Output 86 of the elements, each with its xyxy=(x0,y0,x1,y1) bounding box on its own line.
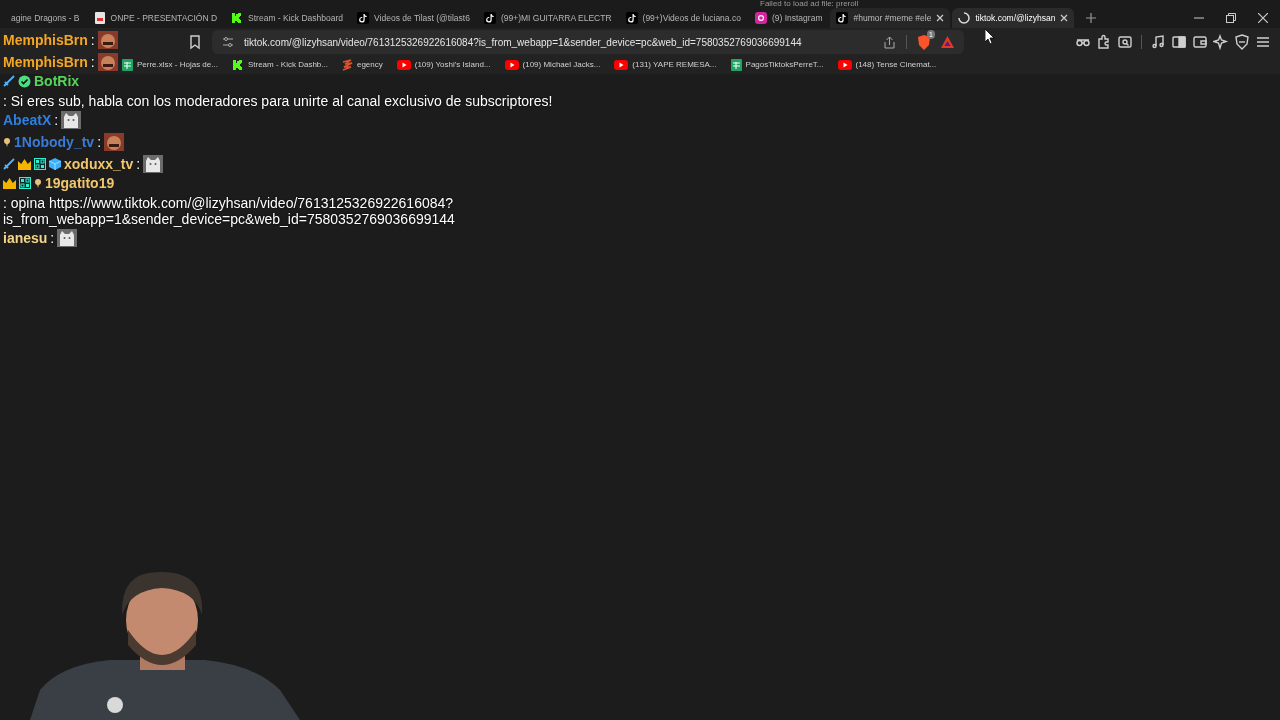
mouse-cursor-icon xyxy=(985,29,995,44)
sword-icon xyxy=(3,75,15,87)
share-icon[interactable] xyxy=(883,35,896,49)
kick-logo-icon xyxy=(231,59,244,71)
music-note-icon xyxy=(836,12,849,24)
bookmark-item[interactable]: (148) Tense Cinemat... xyxy=(837,59,937,71)
bookmark-item[interactable]: Stream - Kick Dashb... xyxy=(231,59,328,71)
close-icon[interactable] xyxy=(1060,14,1069,22)
tab-title: (9) Instagram xyxy=(771,11,823,25)
sidebar-icon[interactable] xyxy=(1170,33,1188,51)
play-icon xyxy=(396,60,411,70)
chat-message: : xyxy=(90,54,95,70)
music-note-icon xyxy=(357,12,370,24)
wallet-icon[interactable] xyxy=(1191,33,1209,51)
tab-title: agine Dragons - B xyxy=(11,11,80,25)
music-note-icon[interactable] xyxy=(1149,33,1167,51)
chat-message: : xyxy=(54,112,59,128)
triangle-icon[interactable] xyxy=(941,36,954,48)
chat-message: : Si eres sub, habla con los moderadores para unirte al canal exclusivo de subscriptores! xyxy=(3,93,553,109)
loading-spinner-icon xyxy=(958,12,971,24)
chat-message: : opina https://www.tiktok.com/@lizyhsan/video/7613125326922616084?is_from_webapp=1&sender_device=pc&web_id=7580352769036699144 xyxy=(3,195,456,227)
spreadsheet-icon xyxy=(122,59,133,71)
bookmark-item[interactable]: (131) YAPE REMESA... xyxy=(614,59,717,71)
music-note-icon xyxy=(625,12,638,24)
chat-username: BotRix xyxy=(34,73,80,89)
url-text: tiktok.com/@lizyhsan/video/7613125326922616084?is_from_webapp=1&sender_device=pc&web_id=7580352769036699144 xyxy=(244,35,803,50)
zigzag-icon xyxy=(341,59,353,71)
close-icon[interactable] xyxy=(936,14,945,22)
tab-title: #humor #meme #ele xyxy=(853,11,932,25)
tab-title: (99+)Videos de luciana.co xyxy=(642,11,741,25)
tab-title: Stream - Kick Dashboard xyxy=(248,11,344,25)
chat-username: 1Nobody_tv xyxy=(14,134,95,150)
play-icon xyxy=(837,60,852,70)
tab-title: ONPE - PRESENTACIÓN D xyxy=(110,11,218,25)
browser-tab[interactable]: (99+)MI GUITARRA ELECTR xyxy=(477,8,618,28)
bookmark-item[interactable]: PagosTiktoksPerreT... xyxy=(730,59,824,71)
crown-icon xyxy=(3,177,16,189)
verified-icon xyxy=(18,74,31,88)
lion-shield-icon[interactable] xyxy=(917,34,931,50)
grid-icon xyxy=(19,177,31,189)
music-note-icon xyxy=(483,12,496,24)
browser-tab[interactable]: tiktok.com/@lizyhsan xyxy=(952,8,1075,28)
pin-icon xyxy=(3,137,11,147)
chat-message: : xyxy=(90,32,95,48)
cube-icon xyxy=(49,158,61,170)
kick-logo-icon xyxy=(231,12,244,24)
browser-tab[interactable]: #humor #meme #ele xyxy=(830,8,951,28)
chat-message: : xyxy=(97,134,101,150)
sparkle-icon[interactable] xyxy=(1212,33,1230,51)
bookmark-item[interactable]: (109) Yoshi's Island... xyxy=(396,59,491,71)
tab-title: tiktok.com/@lizyhsan xyxy=(975,11,1056,25)
grid-icon xyxy=(34,158,46,170)
shield-icon[interactable] xyxy=(1233,33,1251,51)
chat-message: : xyxy=(50,230,55,246)
crown-icon xyxy=(18,158,31,170)
bookmark-item[interactable]: (109) Michael Jacks... xyxy=(504,59,601,71)
tab-title: Videos de Tilast (@tilast6 xyxy=(374,11,470,25)
tab-title: (99+)MI GUITARRA ELECTR xyxy=(500,11,612,25)
chat-username: 19gatito19 xyxy=(45,175,115,191)
browser-tab[interactable]: (99+)Videos de luciana.co xyxy=(619,8,747,28)
ad-error-notice: Failed to load ad file: preroll xyxy=(760,0,859,8)
play-icon xyxy=(504,60,519,70)
site-settings-icon[interactable] xyxy=(222,36,234,48)
camera-icon xyxy=(754,12,767,24)
sword-icon xyxy=(3,158,15,170)
chat-username: AbeatX xyxy=(3,112,52,128)
new-tab-icon[interactable] xyxy=(1086,13,1097,23)
play-icon xyxy=(614,60,629,70)
browser-tab[interactable]: ONPE - PRESENTACIÓN D xyxy=(87,8,224,28)
chat-username: ianesu xyxy=(3,230,48,246)
close-icon[interactable] xyxy=(1258,13,1268,23)
search-icon[interactable] xyxy=(1116,33,1134,51)
chat-username: MemphisBrn xyxy=(3,32,88,48)
restore-icon[interactable] xyxy=(1226,13,1236,23)
browser-tab[interactable]: Videos de Tilast (@tilast6 xyxy=(351,8,476,28)
pin-icon xyxy=(34,178,42,188)
document-icon xyxy=(93,12,106,24)
browser-tab[interactable]: Stream - Kick Dashboard xyxy=(225,8,350,28)
browser-tab[interactable]: agine Dragons - B xyxy=(0,8,86,28)
chat-username: xoduxx_tv xyxy=(64,156,134,172)
browser-tab[interactable]: (9) Instagram xyxy=(748,8,829,28)
bookmark-item[interactable]: Perre.xlsx - Hojas de... xyxy=(122,59,218,71)
spreadsheet-icon xyxy=(730,59,742,71)
chat-message: : xyxy=(136,156,141,172)
chat-username: MemphisBrn xyxy=(3,54,88,70)
bookmark-item[interactable]: egency xyxy=(341,59,383,71)
